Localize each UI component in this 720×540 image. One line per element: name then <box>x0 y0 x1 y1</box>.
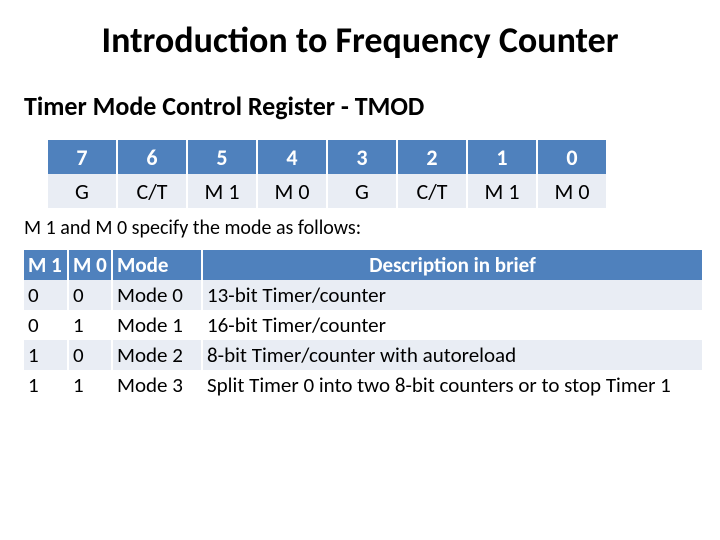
bit-field: M 1 <box>187 174 257 208</box>
slide: Introduction to Frequency Counter Timer … <box>0 0 720 540</box>
cell-m1: 0 <box>24 310 68 340</box>
bit-num-7: 7 <box>48 140 117 174</box>
cell-m1: 1 <box>24 370 68 400</box>
cell-m0: 0 <box>68 280 112 310</box>
mode-header-mode: Mode <box>112 250 202 280</box>
bit-field: M 0 <box>257 174 327 208</box>
mode-header-desc: Description in brief <box>202 250 703 280</box>
bit-field: M 0 <box>537 174 607 208</box>
slide-title: Introduction to Frequency Counter <box>24 18 696 62</box>
mode-header-m1: M 1 <box>24 250 68 280</box>
cell-mode: Mode 1 <box>112 310 202 340</box>
slide-subtitle: Timer Mode Control Register - TMOD <box>24 90 696 122</box>
bit-field: G <box>48 174 117 208</box>
bit-field: C/T <box>397 174 467 208</box>
bit-field: G <box>327 174 397 208</box>
cell-m0: 1 <box>68 310 112 340</box>
bit-num-1: 1 <box>467 140 537 174</box>
bit-num-2: 2 <box>397 140 467 174</box>
table-row: 1 0 Mode 2 8-bit Timer/counter with auto… <box>24 340 703 370</box>
bit-num-6: 6 <box>117 140 187 174</box>
bit-num-5: 5 <box>187 140 257 174</box>
cell-desc: 16-bit Timer/counter <box>202 310 703 340</box>
bit-num-3: 3 <box>327 140 397 174</box>
bit-field: M 1 <box>467 174 537 208</box>
mode-note: M 1 and M 0 specify the mode as follows: <box>24 216 696 240</box>
cell-mode: Mode 3 <box>112 370 202 400</box>
cell-m1: 1 <box>24 340 68 370</box>
bit-num-0: 0 <box>537 140 607 174</box>
table-row: 0 1 Mode 1 16-bit Timer/counter <box>24 310 703 340</box>
bit-index-table: 7 6 5 4 3 2 1 0 G C/T M 1 M 0 G C/T M 1 … <box>48 140 608 208</box>
bit-num-4: 4 <box>257 140 327 174</box>
cell-desc: 13-bit Timer/counter <box>202 280 703 310</box>
cell-desc: 8-bit Timer/counter with autoreload <box>202 340 703 370</box>
mode-description-table: M 1 M 0 Mode Description in brief 0 0 Mo… <box>24 250 704 400</box>
mode-header-m0: M 0 <box>68 250 112 280</box>
cell-mode: Mode 0 <box>112 280 202 310</box>
cell-desc: Split Timer 0 into two 8-bit counters or… <box>202 370 703 400</box>
table-row: 1 1 Mode 3 Split Timer 0 into two 8-bit … <box>24 370 703 400</box>
cell-m1: 0 <box>24 280 68 310</box>
bit-field: C/T <box>117 174 187 208</box>
cell-mode: Mode 2 <box>112 340 202 370</box>
cell-m0: 0 <box>68 340 112 370</box>
cell-m0: 1 <box>68 370 112 400</box>
table-row: 0 0 Mode 0 13-bit Timer/counter <box>24 280 703 310</box>
